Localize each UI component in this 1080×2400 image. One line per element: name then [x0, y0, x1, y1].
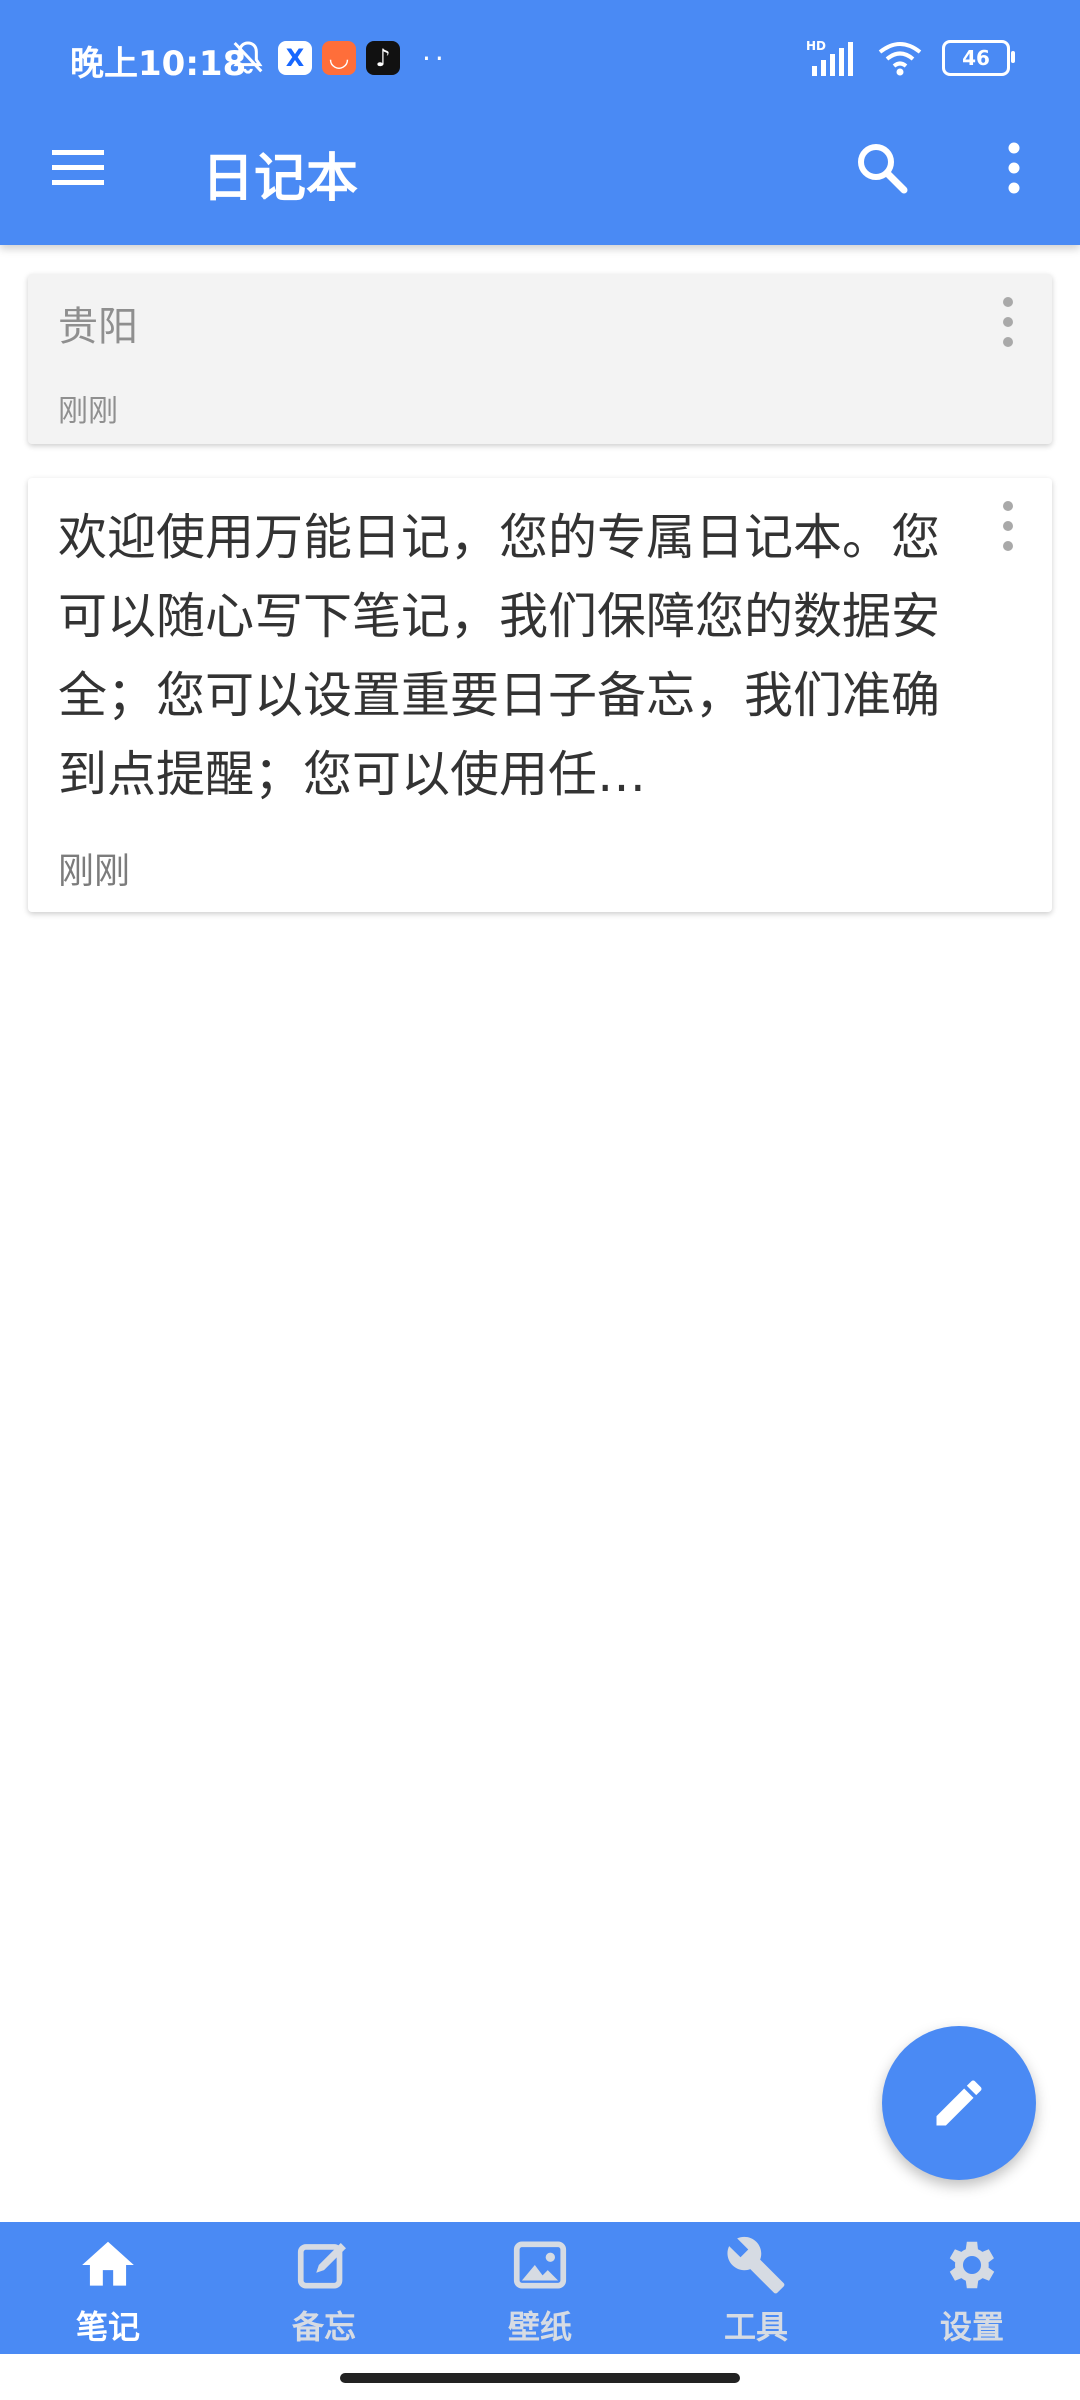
- new-note-button[interactable]: [882, 2026, 1036, 2180]
- battery-indicator: 46: [942, 40, 1015, 76]
- nav-item-notes[interactable]: 笔记: [0, 2222, 216, 2354]
- app-x-icon: X: [278, 41, 312, 75]
- app-tiktok-icon: ♪: [366, 41, 400, 75]
- search-icon[interactable]: [854, 140, 910, 196]
- nav-label: 笔记: [75, 2308, 140, 2346]
- page-title: 日记本: [202, 149, 359, 209]
- note-options-icon[interactable]: [998, 294, 1018, 350]
- app-shop-icon: ◡: [322, 41, 356, 75]
- status-notifications: X ◡ ♪ ··: [228, 36, 448, 80]
- status-time: 晚上10:18: [70, 44, 247, 84]
- note-card[interactable]: 贵阳 刚刚: [28, 274, 1052, 444]
- cellular-signal-icon: HD: [806, 39, 853, 76]
- note-card[interactable]: 欢迎使用万能日记，您的专属日记本。您可以随心写下笔记，我们保障您的数据安全；您可…: [28, 478, 1052, 912]
- nav-item-wallpaper[interactable]: 壁纸: [432, 2222, 648, 2354]
- nav-label: 备忘: [291, 2308, 356, 2346]
- more-notifications-icon: ··: [422, 41, 448, 75]
- nav-label: 设置: [939, 2308, 1004, 2346]
- wifi-icon: [878, 42, 922, 76]
- gear-icon: [949, 2241, 995, 2289]
- mute-bell-icon: [233, 41, 263, 74]
- nav-item-settings[interactable]: 设置: [864, 2222, 1080, 2354]
- status-bar: 晚上10:18 X ◡ ♪ ·· HD 46: [0, 0, 1080, 120]
- note-timestamp: 刚刚: [58, 851, 131, 892]
- wrench-icon: [727, 2236, 785, 2294]
- nav-label: 壁纸: [507, 2308, 572, 2346]
- note-title: 贵阳: [58, 304, 138, 350]
- svg-text:HD: HD: [806, 39, 826, 53]
- home-gesture-bar[interactable]: [340, 2373, 740, 2383]
- image-icon: [513, 2241, 567, 2289]
- edit-note-icon: [297, 2243, 346, 2289]
- home-icon: [82, 2241, 134, 2286]
- screen: 晚上10:18 X ◡ ♪ ·· HD 46 日记本 贵阳 刚刚 欢迎使用万能日…: [0, 0, 1080, 2400]
- overflow-menu-icon[interactable]: [996, 138, 1032, 198]
- nav-item-tools[interactable]: 工具: [648, 2222, 864, 2354]
- nav-label: 工具: [723, 2308, 788, 2346]
- menu-icon[interactable]: [52, 148, 104, 188]
- nav-item-memo[interactable]: 备忘: [216, 2222, 432, 2354]
- pencil-icon: [936, 2080, 982, 2126]
- note-preview: 欢迎使用万能日记，您的专属日记本。您可以随心写下笔记，我们保障您的数据安全；您可…: [58, 509, 941, 803]
- note-timestamp: 刚刚: [58, 394, 118, 429]
- bottom-navigation: 笔记 备忘 壁纸 工具 设置: [0, 2222, 1080, 2354]
- note-options-icon[interactable]: [998, 498, 1018, 554]
- status-system: HD 46: [806, 36, 1015, 80]
